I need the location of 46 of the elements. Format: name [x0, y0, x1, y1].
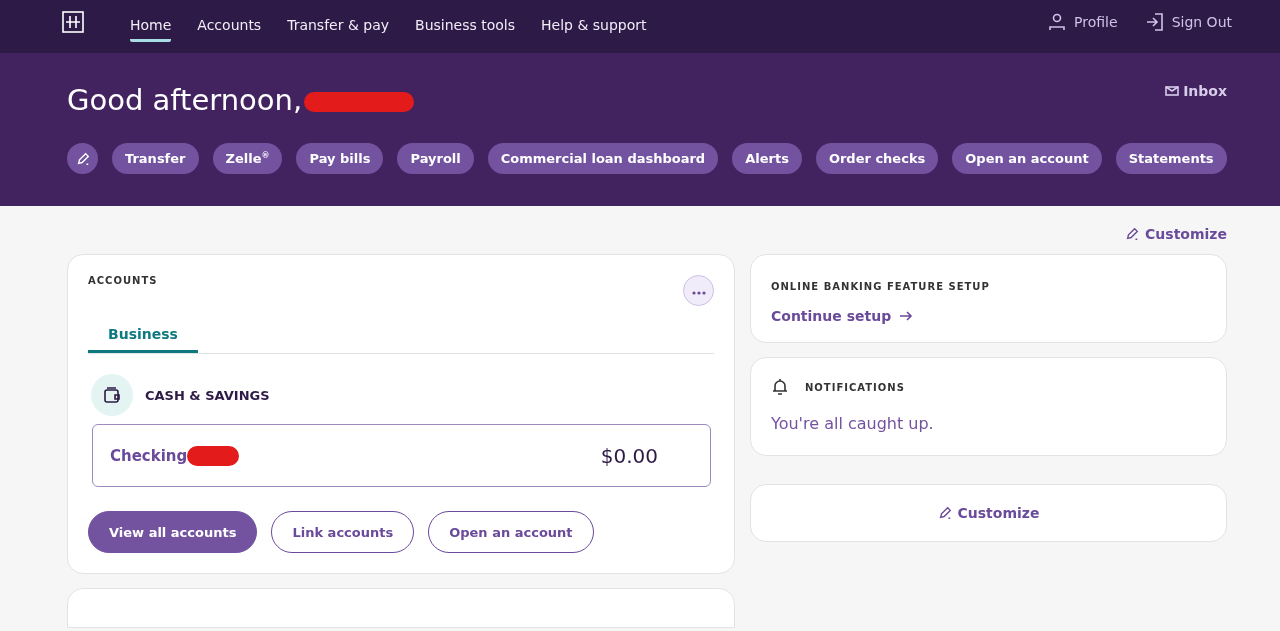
card-title: NOTIFICATIONS: [805, 381, 905, 393]
card-title: ACCOUNTS: [88, 275, 158, 286]
continue-setup-link[interactable]: Continue setup: [771, 308, 914, 324]
quick-link[interactable]: Zelle$^{®}$: [212, 143, 283, 174]
logo-icon[interactable]: [62, 10, 84, 33]
edit-shortcuts-button[interactable]: [67, 143, 98, 174]
account-balance: $0.00: [600, 443, 658, 468]
tab[interactable]: Business: [88, 318, 198, 353]
arrow-right-icon: [899, 310, 914, 322]
account-row[interactable]: Checking $0.00: [92, 424, 711, 487]
quick-link[interactable]: Statements: [1115, 143, 1227, 174]
account-action-button[interactable]: Link accounts: [271, 511, 415, 553]
nav-link[interactable]: Accounts: [197, 11, 262, 42]
notification-message: You're all caught up.: [771, 414, 935, 433]
quick-link[interactable]: Transfer: [112, 143, 199, 174]
pencil-icon: [937, 506, 952, 520]
pencil-icon: [1125, 227, 1140, 241]
greeting: Good afternoon,: [67, 83, 303, 117]
pencil-icon: [75, 151, 90, 166]
account-name: Checking: [110, 446, 188, 465]
nav-link[interactable]: Transfer & pay: [287, 11, 390, 42]
inbox-link[interactable]: Inbox: [1165, 83, 1227, 99]
group-title: CASH & SAVINGS: [145, 387, 270, 403]
nav-link[interactable]: Help & support: [541, 11, 647, 42]
quick-link[interactable]: Order checks: [815, 143, 939, 174]
redaction-mark: [187, 445, 240, 466]
nav-link[interactable]: Home: [130, 11, 172, 42]
quick-link[interactable]: Alerts: [732, 143, 802, 174]
wallet-icon: [91, 374, 133, 416]
quick-link[interactable]: Commercial loan dashboard: [487, 143, 719, 174]
sign-out-link[interactable]: Sign Out: [1145, 12, 1232, 31]
bell-icon: [771, 378, 789, 396]
customize-link[interactable]: Customize: [1125, 226, 1227, 242]
card-title: ONLINE BANKING FEATURE SETUP: [771, 281, 990, 292]
nav-link[interactable]: Business tools: [415, 11, 516, 42]
account-action-button[interactable]: Open an account: [428, 511, 594, 553]
customize-link[interactable]: Customize: [937, 505, 1040, 521]
person-icon: [1048, 12, 1067, 31]
quick-link[interactable]: Payroll: [397, 143, 474, 174]
quick-link[interactable]: Open an account: [952, 143, 1102, 174]
sign-out-icon: [1145, 12, 1164, 31]
more-icon: [691, 290, 706, 295]
profile-link[interactable]: Profile: [1048, 12, 1118, 31]
envelope-icon: [1165, 86, 1180, 96]
account-action-button[interactable]: View all accounts: [88, 511, 258, 553]
quick-link[interactable]: Pay bills: [296, 143, 384, 174]
